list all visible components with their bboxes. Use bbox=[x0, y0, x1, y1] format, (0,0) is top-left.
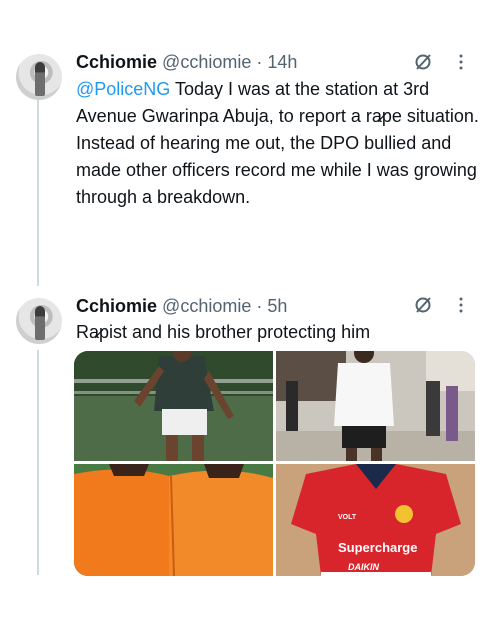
tweet-text: Ra̷pist and his brother protecting him bbox=[76, 322, 371, 342]
display-name[interactable]: Cchiomie bbox=[76, 52, 157, 72]
photo-footballer[interactable] bbox=[74, 351, 273, 461]
thread-line bbox=[37, 350, 39, 575]
photo-man-white-shirt[interactable] bbox=[276, 351, 475, 461]
more-icon[interactable] bbox=[458, 54, 464, 70]
tweet-header: Cchiomie @cchiomie · 14h bbox=[76, 51, 297, 73]
more-icon[interactable] bbox=[458, 297, 464, 313]
jersey-text-sponsor: Supercharge bbox=[338, 540, 418, 555]
grok-icon[interactable] bbox=[414, 53, 432, 71]
timestamp[interactable]: 14h bbox=[267, 52, 297, 72]
user-handle[interactable]: @cchiomie bbox=[162, 296, 251, 316]
separator: · bbox=[256, 52, 263, 72]
tweet-text: @PoliceNG Today I was at the station at … bbox=[76, 76, 486, 211]
timestamp[interactable]: 5h bbox=[267, 296, 287, 316]
photo-two-men-orange[interactable] bbox=[74, 464, 273, 576]
display-name[interactable]: Cchiomie bbox=[76, 296, 157, 316]
tweet-header: Cchiomie @cchiomie · 5h bbox=[76, 295, 287, 317]
user-handle[interactable]: @cchiomie bbox=[162, 52, 251, 72]
grok-icon[interactable] bbox=[414, 296, 432, 314]
separator: · bbox=[256, 296, 263, 316]
jersey-text-daikin: DAIKIN bbox=[348, 562, 379, 572]
thread-line bbox=[37, 100, 39, 286]
media-grid[interactable]: VOLT Supercharge DAIKIN bbox=[74, 351, 475, 576]
photo-red-jersey[interactable]: VOLT Supercharge DAIKIN bbox=[276, 464, 475, 576]
avatar[interactable] bbox=[16, 298, 62, 344]
jersey-text-volt: VOLT bbox=[338, 514, 357, 521]
mention-link[interactable]: @PoliceNG bbox=[76, 79, 170, 99]
avatar[interactable] bbox=[16, 54, 62, 100]
